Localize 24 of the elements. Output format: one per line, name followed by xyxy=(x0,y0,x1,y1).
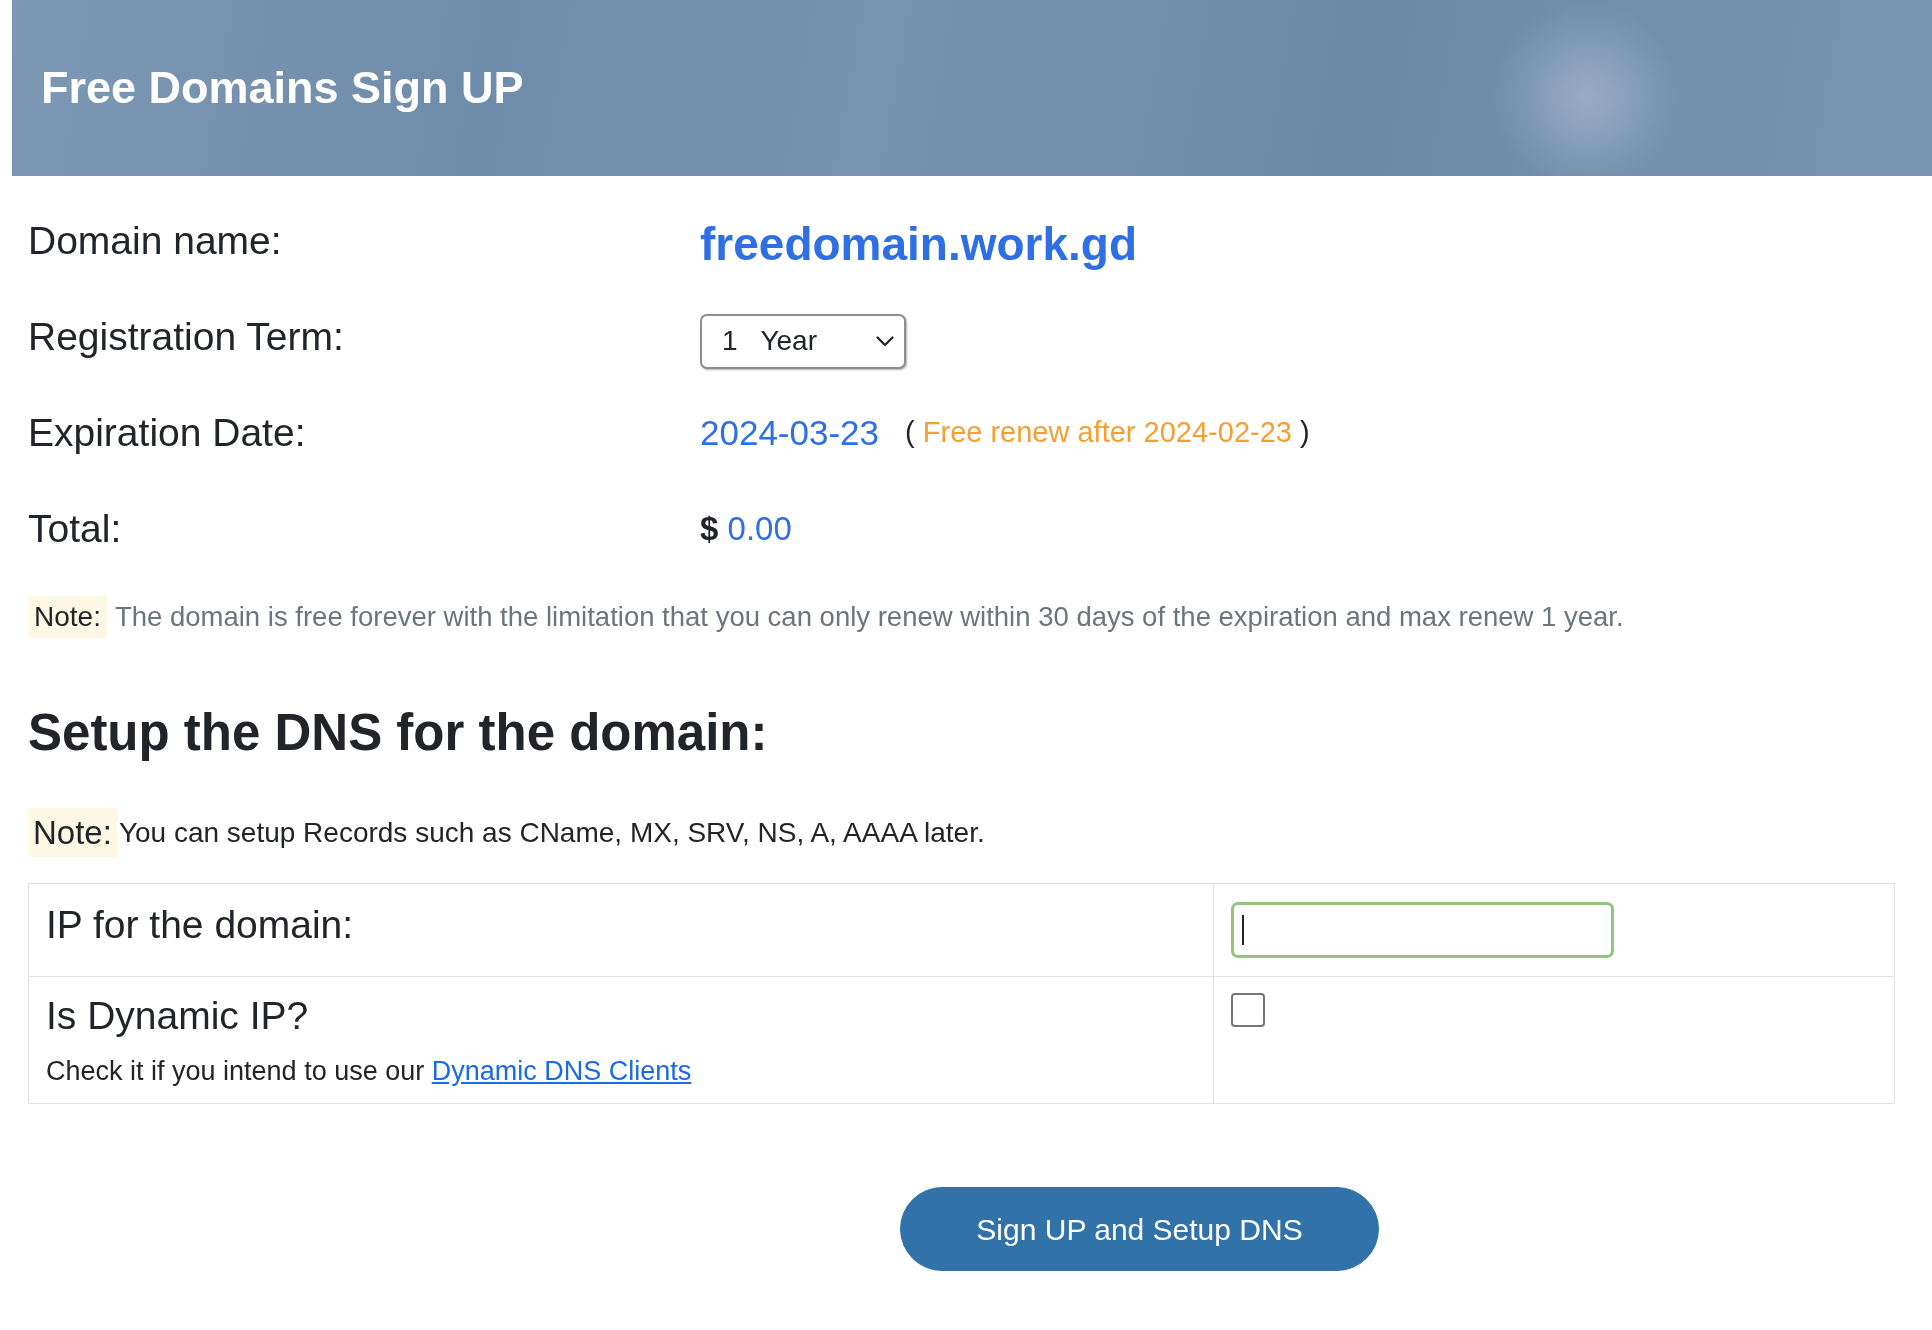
field-label: IP for the domain: xyxy=(46,902,355,949)
renew-note: ( Free renew after 2024-02-23 ) xyxy=(905,415,1310,451)
field-label: Domain name: xyxy=(28,217,283,264)
note-label: Note: xyxy=(28,808,117,858)
help-text: Check it if you intend to use our Dynamic DNS Clients xyxy=(46,1055,693,1088)
expiration-date: 2024-03-23 xyxy=(700,412,880,454)
ip-input[interactable] xyxy=(1231,902,1614,959)
field-label: Is Dynamic IP? xyxy=(46,993,310,1040)
note-text: The domain is free forever with the limitation that you can only renew within 30 days of the expiration and max renew 1 year. xyxy=(114,600,1624,635)
signup-button[interactable]: Sign UP and Setup DNS xyxy=(900,1187,1379,1272)
note-label: Note: xyxy=(28,596,107,638)
domain-name: freedomain.work.gd xyxy=(700,217,1138,273)
total-amount: $ 0.00 xyxy=(700,509,792,549)
page-title: Free Domains Sign UP xyxy=(41,61,524,115)
dynamic-ip-checkbox[interactable] xyxy=(1231,993,1265,1028)
note-text: You can setup Records such as CName, MX, SRV, NS, A, AAAA later. xyxy=(118,815,985,850)
text-cursor-icon xyxy=(1242,915,1244,946)
chevron-down-icon xyxy=(876,335,894,347)
field-label: Expiration Date: xyxy=(28,409,307,456)
field-label: Total: xyxy=(28,505,123,552)
term-select[interactable]: 1 Year xyxy=(700,313,906,369)
dynamic-dns-clients-link[interactable]: Dynamic DNS Clients xyxy=(431,1056,692,1086)
section-heading: Setup the DNS for the domain: xyxy=(28,703,769,763)
field-label: Registration Term: xyxy=(28,313,345,360)
